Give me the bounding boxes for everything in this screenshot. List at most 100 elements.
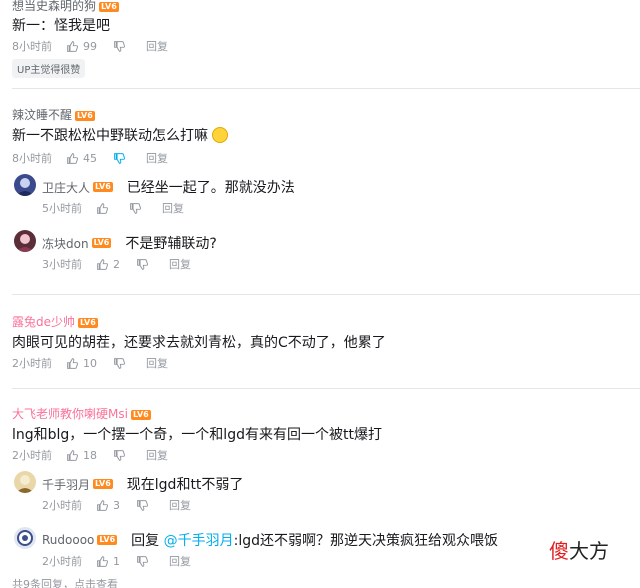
comment-meta: 8小时前 45 回复 <box>12 150 168 166</box>
reply-button[interactable]: 回复 <box>169 497 191 513</box>
reply-header: 冻块don LV6 不是野辅联动? <box>42 233 217 253</box>
thumb-down-icon <box>114 40 125 52</box>
comment-time: 2小时前 <box>12 449 52 462</box>
like-button[interactable]: 18 <box>66 449 97 462</box>
reply-button[interactable]: 回复 <box>169 553 191 569</box>
reply-button[interactable]: 回复 <box>146 38 168 54</box>
dislike-button[interactable] <box>113 152 130 165</box>
like-button[interactable]: 1 <box>96 555 120 568</box>
thumb-up-icon <box>67 449 78 461</box>
thumb-down-icon <box>114 357 125 369</box>
like-count: 3 <box>113 498 120 512</box>
dislike-button[interactable] <box>113 449 130 462</box>
thumb-down-icon <box>114 152 125 164</box>
view-more-replies[interactable]: 共9条回复，点击查看 <box>12 576 118 588</box>
comment-username[interactable]: 辣汶睡不醒 LV6 <box>12 106 95 123</box>
thumb-up-icon <box>97 555 108 567</box>
comment-username[interactable]: 想当史森明的狗 LV6 <box>12 0 119 14</box>
level-badge: LV6 <box>97 535 118 545</box>
dislike-button[interactable] <box>129 202 146 215</box>
dislike-button[interactable] <box>113 357 130 370</box>
like-count: 2 <box>113 257 120 271</box>
level-badge: LV6 <box>91 238 112 248</box>
thumb-up-icon <box>67 357 78 369</box>
comment-meta: 2小时前 10 回复 <box>12 355 168 371</box>
level-badge: LV6 <box>130 410 151 420</box>
reply-meta: 2小时前 3 回复 <box>42 497 191 513</box>
reply-time: 3小时前 <box>42 258 82 271</box>
reply-button[interactable]: 回复 <box>146 447 168 463</box>
like-button[interactable]: 45 <box>66 152 97 165</box>
reply-text: 现在lgd和tt不弱了 <box>126 477 244 493</box>
reply-text: 不是野辅联动? <box>125 236 217 252</box>
comment-time: 8小时前 <box>12 40 52 53</box>
dislike-button[interactable] <box>136 258 153 271</box>
like-button[interactable]: 2 <box>96 258 120 271</box>
reply-button[interactable]: 回复 <box>169 256 191 272</box>
avatar[interactable] <box>14 527 36 549</box>
level-badge: LV6 <box>75 111 95 121</box>
thumb-down-icon <box>130 202 141 214</box>
reply-meta: 2小时前 1 回复 <box>42 553 191 569</box>
divider <box>12 88 640 89</box>
thumb-up-icon <box>67 40 78 52</box>
like-button[interactable] <box>96 202 113 215</box>
comment-time: 8小时前 <box>12 152 52 165</box>
watermark: 傻大方 <box>549 539 609 563</box>
reply-button[interactable]: 回复 <box>162 200 184 216</box>
reply-meta: 5小时前 回复 <box>42 200 184 216</box>
like-button[interactable]: 3 <box>96 499 120 512</box>
comment-text: 新一不跟松松中野联动怎么打嘛 <box>12 125 229 145</box>
comment-text: 新一：怪我是吧 <box>12 18 110 34</box>
reply-header: 千手羽月 LV6 现在lgd和tt不弱了 <box>42 474 243 494</box>
avatar[interactable] <box>14 230 36 252</box>
thumb-up-icon <box>67 152 78 164</box>
thumb-down-icon <box>137 258 148 270</box>
level-badge: LV6 <box>93 182 113 192</box>
comment-username[interactable]: 大飞老师教你喇硬Msi LV6 <box>12 405 151 422</box>
thumb-up-icon <box>97 202 108 214</box>
dislike-button[interactable] <box>113 40 130 53</box>
reply-header: 卫庄大人 LV6 已经坐一起了。那就没办法 <box>42 177 295 197</box>
like-count: 18 <box>83 448 97 462</box>
reply-username[interactable]: 千手羽月 <box>42 476 90 493</box>
comment-username[interactable]: 露兔de少帅 LV6 <box>12 313 98 330</box>
thumb-up-icon <box>97 258 108 270</box>
reply-header: Rudoooo LV6 回复 @千手羽月:lgd还不弱啊？那逆天决策疯狂给观众喂… <box>42 530 498 550</box>
reply-time: 2小时前 <box>42 499 82 512</box>
divider <box>12 294 640 295</box>
reply-text: 已经坐一起了。那就没办法 <box>126 180 295 196</box>
like-count: 1 <box>113 554 120 568</box>
level-badge: LV6 <box>93 479 113 489</box>
divider <box>12 388 640 389</box>
like-count: 10 <box>83 356 97 370</box>
like-count: 99 <box>83 39 97 53</box>
like-count: 45 <box>83 151 97 165</box>
reply-prefix: 回复 <box>131 533 160 549</box>
reply-text: 回复 @千手羽月:lgd还不弱啊？那逆天决策疯狂给观众喂饭 <box>131 530 498 550</box>
reply-button[interactable]: 回复 <box>146 355 168 371</box>
like-button[interactable]: 99 <box>66 40 97 53</box>
reply-username[interactable]: Rudoooo <box>42 533 94 547</box>
like-button[interactable]: 10 <box>66 357 97 370</box>
reply-time: 5小时前 <box>42 202 82 215</box>
up-liked-badge: UP主觉得很赞 <box>12 59 86 78</box>
reply-meta: 3小时前 2 回复 <box>42 256 191 272</box>
dizzy-face-emoji-icon <box>212 127 229 143</box>
thumb-down-icon <box>114 449 125 461</box>
level-badge: LV6 <box>78 318 98 328</box>
comment-meta: 8小时前 99 回复 <box>12 38 168 54</box>
avatar[interactable] <box>14 174 36 196</box>
reply-button[interactable]: 回复 <box>146 150 168 166</box>
dislike-button[interactable] <box>136 555 153 568</box>
mention-link[interactable]: @千手羽月 <box>164 533 234 549</box>
comment-meta: 2小时前 18 回复 <box>12 447 168 463</box>
avatar[interactable] <box>14 471 36 493</box>
reply-username[interactable]: 冻块don <box>42 235 89 252</box>
thumb-up-icon <box>97 499 108 511</box>
thumb-down-icon <box>137 499 148 511</box>
reply-username[interactable]: 卫庄大人 <box>42 179 90 196</box>
reply-body: :lgd还不弱啊？那逆天决策疯狂给观众喂饭 <box>233 533 498 549</box>
dislike-button[interactable] <box>136 499 153 512</box>
thumb-down-icon <box>137 555 148 567</box>
